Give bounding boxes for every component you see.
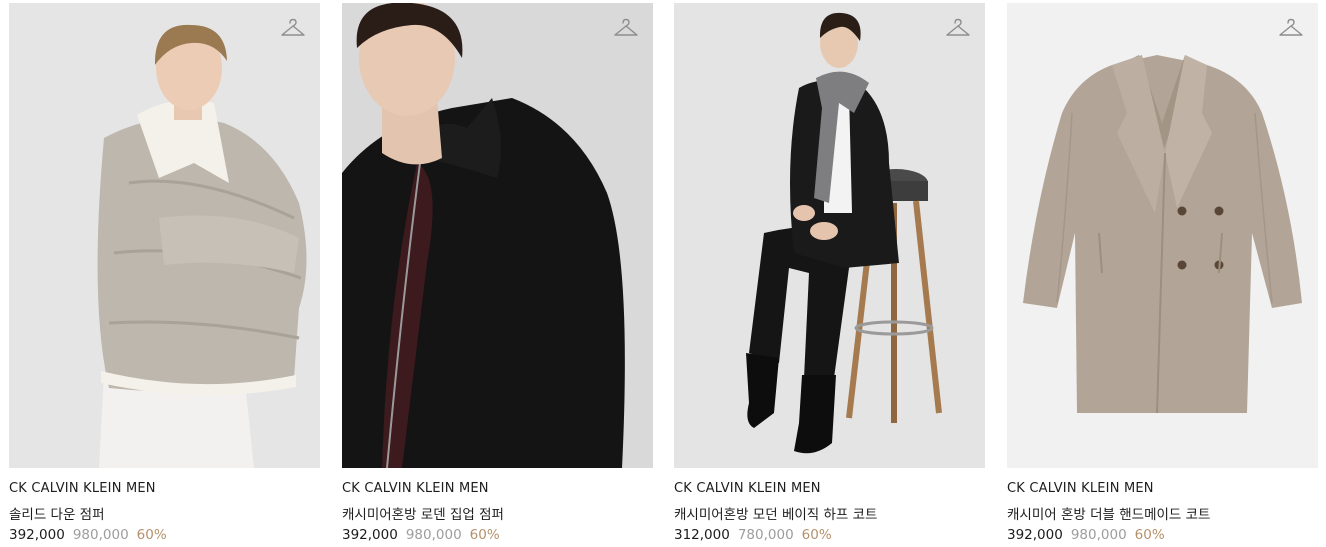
product-card[interactable]: CK CALVIN KLEIN MEN 캐시미어 혼방 더블 핸드메이드 코트 …: [1007, 3, 1319, 547]
hanger-icon[interactable]: [1278, 16, 1304, 42]
product-image[interactable]: [342, 3, 653, 468]
product-card[interactable]: CK CALVIN KLEIN MEN 캐시미어혼방 로덴 집업 점퍼 392,…: [342, 3, 654, 547]
product-photo: [342, 3, 653, 468]
product-prices: 392,000 980,000 60%: [9, 527, 167, 543]
original-price: 980,000: [1070, 527, 1127, 543]
product-name[interactable]: 솔리드 다운 점퍼: [9, 503, 105, 523]
product-prices: 392,000 980,000 60%: [1007, 527, 1165, 543]
product-photo: [674, 3, 985, 468]
product-image[interactable]: [674, 3, 985, 468]
discount-rate: 60%: [1134, 527, 1165, 543]
product-name[interactable]: 캐시미어 혼방 더블 핸드메이드 코트: [1007, 503, 1210, 523]
original-price: 780,000: [737, 527, 794, 543]
discount-rate: 60%: [801, 527, 832, 543]
discount-rate: 60%: [469, 527, 500, 543]
product-image[interactable]: [1007, 3, 1318, 468]
hanger-icon[interactable]: [613, 16, 639, 42]
hanger-icon[interactable]: [945, 16, 971, 42]
product-prices: 312,000 780,000 60%: [674, 527, 832, 543]
product-brand: CK CALVIN KLEIN MEN: [1007, 481, 1154, 496]
sale-price: 312,000: [674, 527, 730, 543]
discount-rate: 60%: [136, 527, 167, 543]
product-brand: CK CALVIN KLEIN MEN: [9, 481, 156, 496]
product-card[interactable]: CK CALVIN KLEIN MEN 솔리드 다운 점퍼 392,000 980…: [9, 3, 321, 547]
sale-price: 392,000: [9, 527, 65, 543]
product-brand: CK CALVIN KLEIN MEN: [342, 481, 489, 496]
product-card[interactable]: CK CALVIN KLEIN MEN 캐시미어혼방 모던 베이직 하프 코트 …: [674, 3, 986, 547]
product-photo: [9, 3, 320, 468]
product-brand: CK CALVIN KLEIN MEN: [674, 481, 821, 496]
product-photo: [1007, 3, 1318, 468]
original-price: 980,000: [405, 527, 462, 543]
product-image[interactable]: [9, 3, 320, 468]
product-grid: CK CALVIN KLEIN MEN 솔리드 다운 점퍼 392,000 980…: [0, 0, 1326, 547]
original-price: 980,000: [72, 527, 129, 543]
product-name[interactable]: 캐시미어혼방 로덴 집업 점퍼: [342, 503, 504, 523]
product-prices: 392,000 980,000 60%: [342, 527, 500, 543]
product-name[interactable]: 캐시미어혼방 모던 베이직 하프 코트: [674, 503, 877, 523]
sale-price: 392,000: [342, 527, 398, 543]
hanger-icon[interactable]: [280, 16, 306, 42]
sale-price: 392,000: [1007, 527, 1063, 543]
